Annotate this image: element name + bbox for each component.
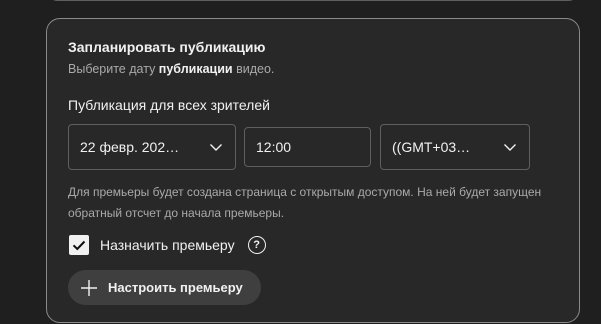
subtitle-text-end: видео. <box>232 62 275 76</box>
date-value: 22 февр. 202… <box>80 139 180 155</box>
date-dropdown[interactable]: 22 февр. 202… <box>68 124 236 170</box>
time-value: 12:00 <box>256 139 292 155</box>
timezone-value: ((GMT+03… <box>392 139 471 155</box>
subtitle-bold-text: публикации <box>158 62 233 76</box>
premiere-row: Назначить премьеру ? <box>69 235 266 255</box>
time-input[interactable]: 12:00 <box>244 127 371 167</box>
setup-premiere-button[interactable]: Настроить премьеру <box>68 270 261 305</box>
schedule-title: Запланировать публикацию <box>68 39 266 55</box>
chevron-down-icon <box>210 144 222 151</box>
premiere-checkbox-label[interactable]: Назначить премьеру <box>100 237 235 253</box>
subtitle-text: Выберите дату <box>68 62 159 76</box>
timezone-dropdown[interactable]: ((GMT+03… <box>380 124 530 170</box>
help-circle-icon[interactable]: ? <box>247 236 266 254</box>
setup-premiere-label: Настроить премьеру <box>108 280 243 295</box>
chevron-down-icon <box>504 144 516 151</box>
premiere-hint: Для премьеры будет создана страница с от… <box>68 185 542 220</box>
schedule-card: Запланировать публикацию Выберите дату п… <box>46 18 580 323</box>
schedule-subtitle: Выберите дату публикации видео. <box>68 62 274 76</box>
check-icon <box>72 240 86 251</box>
section-label: Публикация для всех зрителей <box>68 97 270 113</box>
plus-icon <box>81 279 97 296</box>
premiere-checkbox[interactable] <box>69 235 89 255</box>
previous-card <box>47 0 579 1</box>
